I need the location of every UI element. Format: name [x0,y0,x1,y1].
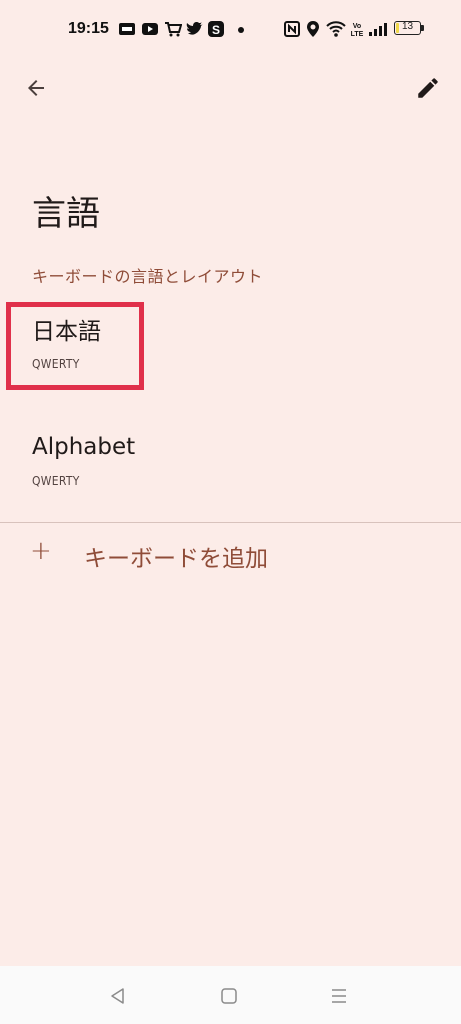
volte-icon: Vo LTE [351,23,364,38]
edit-button[interactable] [408,68,448,108]
menu-recents-icon [332,989,346,1003]
square-home-icon [221,988,237,1004]
svg-text:Vo: Vo [353,23,361,30]
battery-icon: 13 [394,21,421,35]
divider [0,522,461,523]
nfc-icon [284,21,300,37]
svg-text:LTE: LTE [351,31,364,38]
status-bar: 19:15 S Vo LTE 13 [0,0,461,60]
wifi-icon [326,21,346,37]
section-header: キーボードの言語とレイアウト [32,267,264,286]
signal-icon [369,23,387,36]
youtube-icon [142,23,158,35]
triangle-back-icon [111,988,124,1004]
add-keyboard-label: キーボードを追加 [84,546,268,572]
nav-recents-button[interactable] [327,984,351,1008]
language-layout: QWERTY [32,357,80,371]
navigation-bar [0,966,461,1024]
page-title: 言語 [32,194,100,234]
nav-home-button[interactable] [217,984,241,1008]
game-app-icon [119,23,135,35]
add-keyboard-button[interactable]: + キーボードを追加 [0,528,461,584]
language-item-japanese[interactable]: 日本語 QWERTY [0,300,461,400]
language-name: Alphabet [32,434,136,460]
location-icon [307,21,319,37]
s-app-icon: S [208,21,224,37]
twitter-icon [186,22,203,35]
back-button[interactable] [16,68,56,108]
language-layout: QWERTY [32,474,80,488]
shopping-cart-icon [165,22,182,37]
plus-icon: + [30,536,52,566]
language-item-alphabet[interactable]: Alphabet QWERTY [0,418,461,508]
arrow-back-icon [28,80,44,96]
battery-nub [421,25,424,31]
language-name: 日本語 [32,319,101,345]
nav-back-button[interactable] [106,984,130,1008]
status-time: 19:15 [68,20,109,37]
notification-dot-icon [238,27,244,33]
battery-level-text: 13 [401,21,414,32]
svg-text:S: S [212,23,220,37]
pencil-icon [418,78,438,98]
